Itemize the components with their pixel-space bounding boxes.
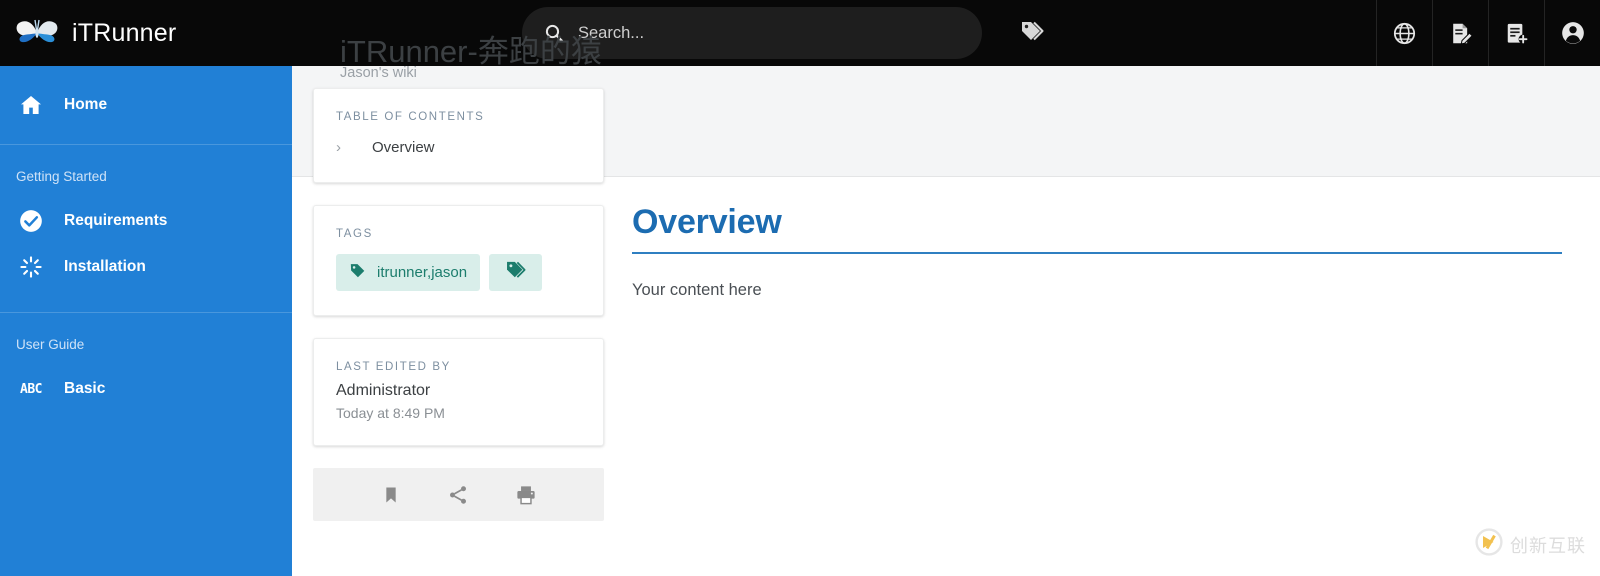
check-circle-icon: [16, 208, 46, 234]
toc-card: TABLE OF CONTENTS › Overview: [313, 88, 604, 183]
tags-icon: [1019, 18, 1045, 49]
brand-title: iTRunner: [72, 18, 177, 47]
app-root: iTRunner Search... Home Getting Started …: [0, 0, 1600, 576]
side-card-column: TABLE OF CONTENTS › Overview TAGS itrunn…: [313, 88, 604, 521]
sidebar-item-label: Basic: [64, 380, 106, 397]
sidebar-item-home[interactable]: Home: [0, 84, 292, 126]
add-document-icon[interactable]: [1488, 0, 1544, 66]
tag-chip[interactable]: itrunner,jason: [336, 254, 481, 291]
content-body: Your content here: [632, 281, 762, 299]
last-edited-card: LAST EDITED BY Administrator Today at 8:…: [313, 338, 604, 446]
sidebar-section-getting-started: Getting Started: [16, 169, 107, 184]
chevron-right-icon: ›: [336, 139, 341, 156]
globe-icon[interactable]: [1376, 0, 1432, 66]
watermark-text: 创新互联: [1510, 535, 1586, 556]
sidebar-item-label: Installation: [64, 258, 146, 275]
sidebar-item-label: Requirements: [64, 212, 168, 229]
sidebar-section-user-guide: User Guide: [16, 337, 85, 352]
spinner-icon: [16, 255, 46, 279]
content-heading: Overview: [632, 203, 782, 241]
cx-logo-icon: [1474, 527, 1504, 562]
last-edited-time: Today at 8:49 PM: [336, 405, 445, 421]
last-edited-body: Administrator Today at 8:49 PM: [314, 373, 603, 445]
tags-row: itrunner,jason: [314, 240, 603, 315]
abc-icon: ABC: [20, 381, 42, 397]
page-actions-bar: [313, 468, 604, 521]
brand[interactable]: iTRunner: [0, 0, 292, 66]
tags-icon: [505, 259, 527, 286]
tag-icon: [349, 262, 366, 284]
bookmark-icon[interactable]: [381, 485, 401, 505]
toc-card-label: TABLE OF CONTENTS: [336, 111, 485, 123]
tags-more-button[interactable]: [489, 254, 543, 291]
heading-rule: [632, 252, 1562, 254]
top-bar: iTRunner Search...: [0, 0, 1600, 66]
last-edited-label: LAST EDITED BY: [336, 361, 451, 373]
main-content: Overview Your content here: [632, 203, 1562, 300]
tags-card: TAGS itrunner,jason: [313, 205, 604, 316]
sidebar-item-basic[interactable]: ABC Basic: [0, 368, 292, 410]
account-icon[interactable]: [1544, 0, 1600, 66]
watermark: 创新互联: [1474, 527, 1586, 562]
toc-entry-label: Overview: [372, 139, 435, 156]
sidebar-item-label: Home: [64, 96, 108, 113]
tag-chip-label: itrunner,jason: [377, 264, 468, 281]
share-icon[interactable]: [447, 484, 469, 506]
top-right-icons: [1376, 0, 1600, 66]
print-icon[interactable]: [515, 484, 537, 506]
tags-card-label: TAGS: [336, 228, 373, 240]
sidebar: Home Getting Started Requirements Instal…: [0, 66, 292, 576]
edit-document-icon[interactable]: [1432, 0, 1488, 66]
tags-button[interactable]: [1004, 0, 1060, 66]
page-subtitle: Jason's wiki: [340, 65, 417, 81]
sidebar-item-installation[interactable]: Installation: [0, 246, 292, 288]
butterfly-logo: [14, 13, 60, 53]
home-icon: [16, 93, 46, 117]
toc-entry-overview[interactable]: › Overview: [314, 123, 603, 182]
sidebar-item-requirements[interactable]: Requirements: [0, 200, 292, 242]
last-edited-author: Administrator: [336, 382, 431, 399]
